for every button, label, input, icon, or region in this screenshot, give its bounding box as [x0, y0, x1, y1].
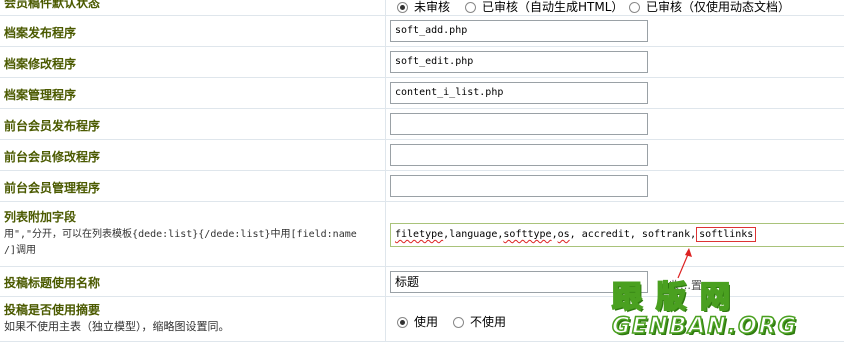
radio-checked-icon[interactable] [397, 317, 408, 328]
label-cell: 投稿是否使用摘要 如果不使用主表（独立模型），缩略图设置同。 [0, 297, 386, 341]
row-list-extra-fields: 列表附加字段 用","分开，可以在列表模板{dede:list}{/dede:l… [0, 202, 844, 267]
archive-add-program-input[interactable]: soft_add.php [390, 20, 648, 42]
field-token: accredit [581, 229, 630, 240]
value-cell: soft_add.php [387, 16, 844, 46]
field-token: language [449, 229, 498, 240]
field-token: softtype [503, 229, 552, 240]
value-cell: content_i_list.php [387, 78, 844, 108]
archive-manage-program-label: 档案管理程序 [4, 88, 77, 102]
list-extra-fields-hint: 用","分开，可以在列表模板{dede:list}{/dede:list}中用[… [4, 229, 357, 240]
row-member-add-program: 前台会员发布程序 [0, 109, 844, 140]
watermark-cn-text: 跟版网 [611, 280, 744, 315]
row-member-manage-program: 前台会员管理程序 [0, 171, 844, 202]
archive-edit-program-label: 档案修改程序 [4, 57, 77, 71]
radio-icon[interactable] [629, 2, 640, 13]
label-cell: 投稿标题使用名称 [0, 267, 386, 296]
use-summary-label: 投稿是否使用摘要 [4, 303, 101, 317]
row-archive-manage-program: 档案管理程序 content_i_list.php [0, 78, 844, 109]
member-edit-program-input[interactable] [390, 144, 648, 166]
title-name-label: 投稿标题使用名称 [4, 276, 101, 290]
radio-option-reviewed-dynamic[interactable]: 已审核（仅使用动态文档） [629, 0, 790, 15]
label-cell: 前台会员发布程序 [0, 109, 386, 139]
radio-option-use[interactable]: 使用 [397, 313, 438, 330]
member-add-program-label: 前台会员发布程序 [4, 119, 101, 133]
field-token: softrank [641, 229, 691, 240]
label-cell: 会员稿件默认状态 [0, 0, 386, 15]
radio-icon[interactable] [453, 317, 464, 328]
member-manage-program-input[interactable] [390, 175, 648, 197]
row-member-default-status: 会员稿件默认状态 未审核 已审核（自动生成HTML） 已审核（仅使用动态文档） [0, 0, 844, 16]
label-cell: 前台会员管理程序 [0, 171, 386, 201]
archive-edit-program-input[interactable]: soft_edit.php [390, 51, 648, 73]
value-cell: filetype,language,softtype,os, accredit,… [387, 202, 844, 266]
radio-option-unreviewed[interactable]: 未审核 [397, 0, 450, 15]
list-extra-fields-input[interactable]: filetype,language,softtype,os, accredit,… [390, 223, 844, 247]
list-extra-fields-label: 列表附加字段 [4, 210, 77, 224]
field-token: filetype [395, 229, 444, 240]
member-manage-program-label: 前台会员管理程序 [4, 181, 101, 195]
radio-label: 不使用 [470, 315, 507, 329]
row-archive-add-program: 档案发布程序 soft_add.php [0, 16, 844, 47]
highlighted-field-token: softlinks [696, 227, 757, 242]
row-member-edit-program: 前台会员修改程序 [0, 140, 844, 171]
radio-option-not-use[interactable]: 不使用 [453, 313, 506, 330]
value-cell [387, 140, 844, 170]
radio-label: 已审核（自动生成HTML） [482, 0, 624, 14]
radio-icon[interactable] [465, 2, 476, 13]
annotation-arrow-icon [677, 248, 692, 279]
value-cell [387, 109, 844, 139]
use-summary-hint: 如果不使用主表（独立模型），缩略图设置同。 [4, 320, 230, 333]
label-cell: 前台会员修改程序 [0, 140, 386, 170]
label-cell: 列表附加字段 用","分开，可以在列表模板{dede:list}{/dede:l… [0, 202, 386, 266]
radio-label: 使用 [414, 315, 439, 329]
title-name-input[interactable]: 标题 [390, 271, 648, 293]
field-token: os [557, 229, 570, 240]
value-cell: soft_edit.php [387, 47, 844, 77]
radio-label: 已审核（仅使用动态文档） [646, 0, 791, 14]
genban-watermark: 跟版网 GENBAN.ORG [611, 280, 798, 340]
value-cell [387, 171, 844, 201]
label-cell: 档案发布程序 [0, 16, 386, 46]
member-edit-program-label: 前台会员修改程序 [4, 150, 101, 164]
member-add-program-input[interactable] [390, 113, 648, 135]
radio-option-reviewed-html[interactable]: 已审核（自动生成HTML） [465, 0, 623, 15]
radio-label: 未审核 [414, 0, 451, 14]
label-cell: 档案修改程序 [0, 47, 386, 77]
radio-checked-icon[interactable] [397, 2, 408, 13]
list-extra-fields-hint-2: /]调用 [4, 245, 37, 256]
label-cell: 档案管理程序 [0, 78, 386, 108]
watermark-en-text: GENBAN.ORG [611, 313, 798, 340]
row-archive-edit-program: 档案修改程序 soft_edit.php [0, 47, 844, 78]
archive-add-program-label: 档案发布程序 [4, 26, 77, 40]
member-default-status-label: 会员稿件默认状态 [4, 0, 101, 10]
archive-manage-program-input[interactable]: content_i_list.php [390, 82, 648, 104]
value-cell: 未审核 已审核（自动生成HTML） 已审核（仅使用动态文档） [387, 0, 844, 15]
